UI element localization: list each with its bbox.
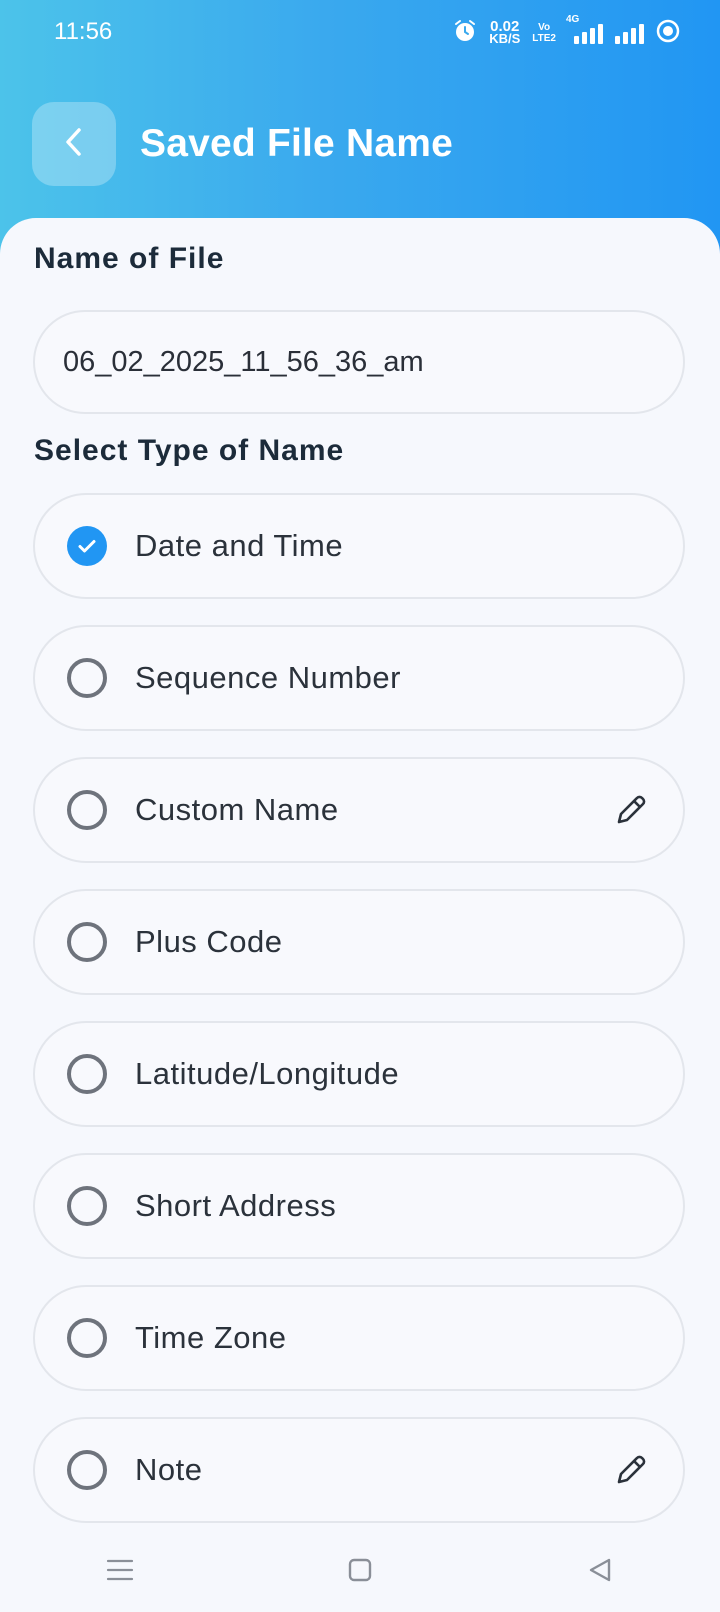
back-button[interactable]: [32, 102, 116, 186]
file-name-value: 06_02_2025_11_56_36_am: [63, 345, 424, 378]
radio-unchecked-icon[interactable]: [67, 658, 107, 698]
file-name-field[interactable]: 06_02_2025_11_56_36_am: [33, 310, 685, 414]
alarm-icon: [453, 19, 477, 48]
page-title: Saved File Name: [140, 122, 453, 165]
signal-icon: [615, 22, 644, 44]
home-icon[interactable]: [330, 1540, 390, 1600]
option-latitude-longitude[interactable]: Latitude/Longitude: [33, 1021, 685, 1127]
radio-unchecked-icon[interactable]: [67, 922, 107, 962]
radio-checked-icon[interactable]: [67, 526, 107, 566]
option-label: Short Address: [135, 1188, 337, 1223]
system-nav-bar: [0, 1528, 720, 1612]
back-icon[interactable]: [570, 1540, 630, 1600]
radio-unchecked-icon[interactable]: [67, 790, 107, 830]
network-label: 4G: [566, 14, 580, 25]
radio-unchecked-icon[interactable]: [67, 1318, 107, 1358]
option-label: Sequence Number: [135, 660, 401, 695]
signal-icon: 4G: [566, 14, 603, 44]
option-custom-name[interactable]: Custom Name: [33, 757, 685, 863]
status-icons: 0.02 KB/S Vo LTE2 4G: [453, 14, 680, 50]
name-type-label: Select Type of Name: [34, 434, 345, 467]
volte-top: Vo: [538, 22, 551, 33]
radio-unchecked-icon[interactable]: [67, 1450, 107, 1490]
status-time: 11:56: [54, 18, 113, 45]
file-name-label: Name of File: [34, 242, 225, 275]
option-label: Latitude/Longitude: [135, 1056, 400, 1091]
net-speed-unit: KB/S: [489, 31, 521, 46]
radio-unchecked-icon[interactable]: [67, 1054, 107, 1094]
option-time-zone[interactable]: Time Zone: [33, 1285, 685, 1391]
option-note[interactable]: Note: [33, 1417, 685, 1523]
volte-bottom: LTE2: [532, 33, 556, 44]
option-label: Date and Time: [135, 528, 344, 563]
option-label: Custom Name: [135, 792, 339, 827]
option-label: Plus Code: [135, 924, 283, 959]
status-bar: 11:56 0.02 KB/S Vo LTE2 4G: [0, 0, 720, 64]
option-sequence-number[interactable]: Sequence Number: [33, 625, 685, 731]
chevron-left-icon: [60, 125, 88, 164]
menu-icon[interactable]: [90, 1540, 150, 1600]
pencil-icon[interactable]: [611, 1450, 651, 1490]
radio-unchecked-icon[interactable]: [67, 1186, 107, 1226]
option-date-and-time[interactable]: Date and Time: [33, 493, 685, 599]
pencil-icon[interactable]: [611, 790, 651, 830]
option-short-address[interactable]: Short Address: [33, 1153, 685, 1259]
option-label: Note: [135, 1452, 203, 1487]
option-label: Time Zone: [135, 1320, 287, 1355]
option-plus-code[interactable]: Plus Code: [33, 889, 685, 995]
net-speed: 0.02 KB/S: [489, 19, 521, 46]
content-sheet: Name of File 06_02_2025_11_56_36_am Sele…: [0, 218, 720, 1528]
volte-icon: Vo LTE2: [532, 22, 556, 44]
hotspot-icon: [656, 19, 680, 48]
